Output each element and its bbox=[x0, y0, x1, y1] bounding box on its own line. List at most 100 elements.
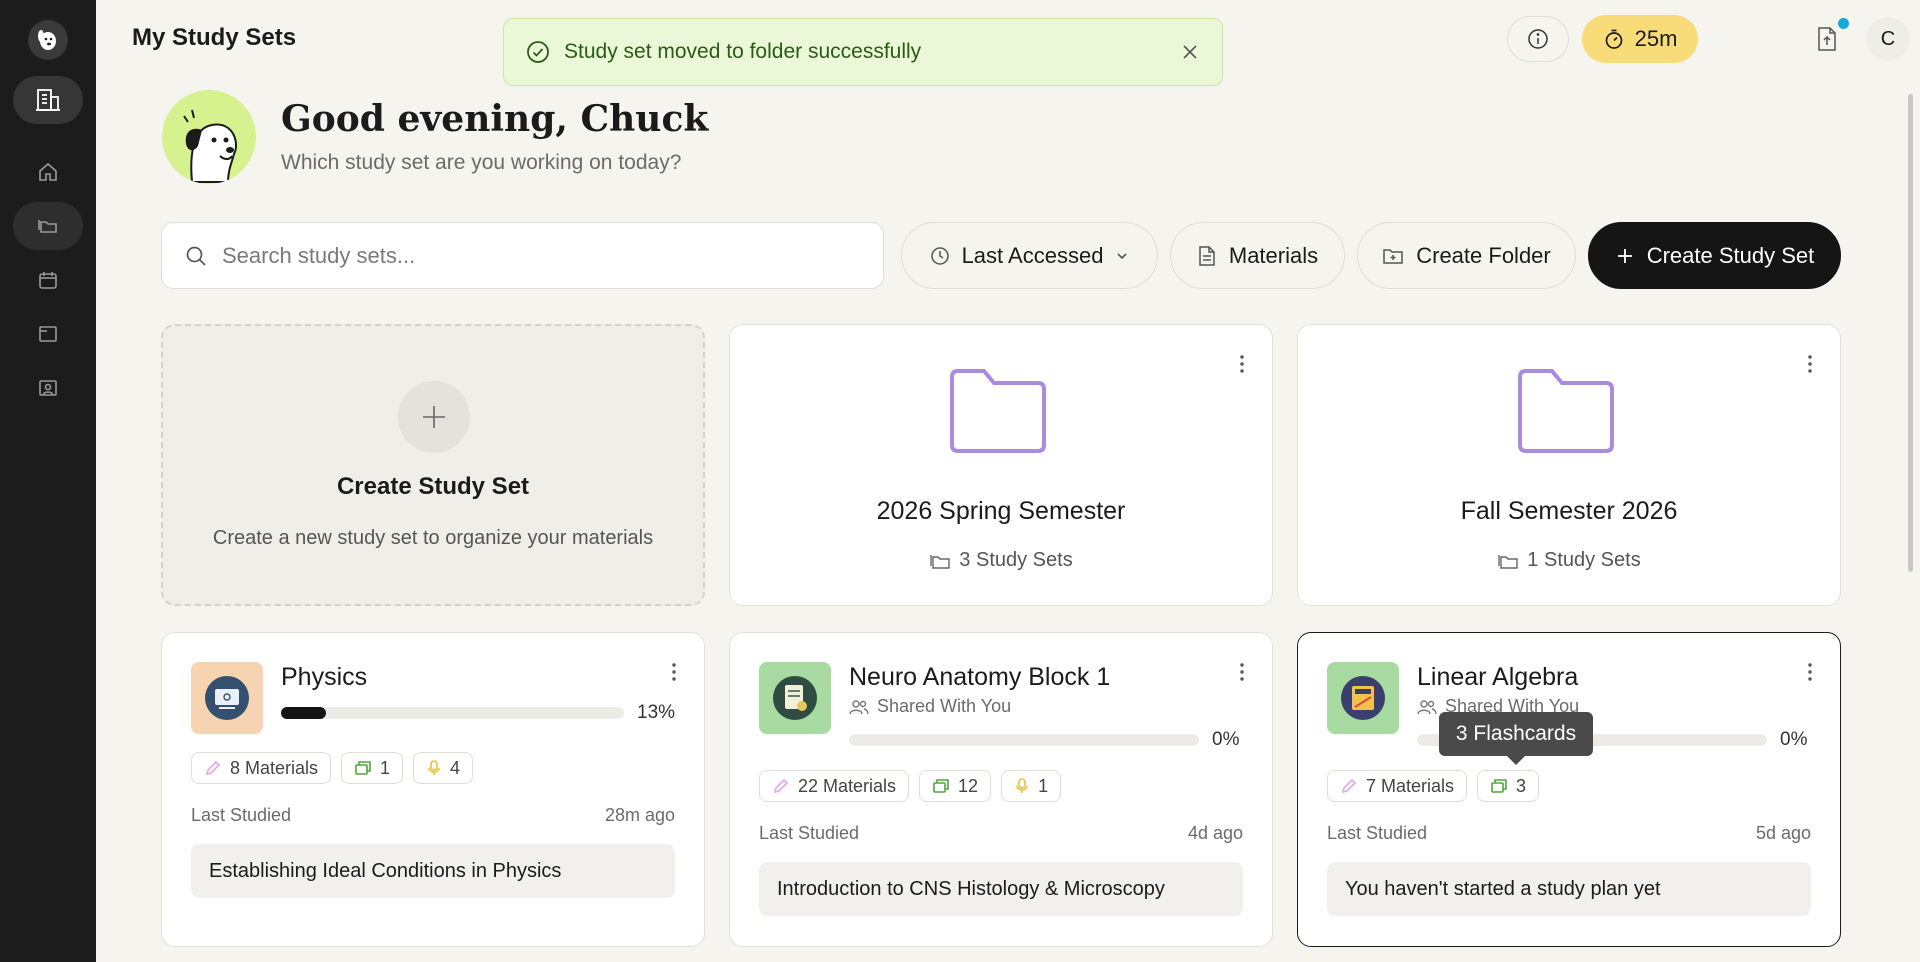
stats-chips: 22 Materials 12 1 bbox=[759, 770, 1062, 802]
stopwatch-icon bbox=[1605, 29, 1622, 49]
progress-bar bbox=[281, 707, 624, 719]
sidebar-item-study-sets[interactable] bbox=[13, 202, 83, 250]
greeting-title: Good evening, Chuck bbox=[281, 98, 709, 140]
shared-label: Shared With You bbox=[877, 696, 1012, 716]
create-card-title: Create Study Set bbox=[336, 473, 530, 500]
users-icon bbox=[849, 699, 869, 714]
stats-chips: 7 Materials 3 bbox=[1327, 770, 1540, 802]
last-studied-label: Last Studied bbox=[1327, 823, 1428, 843]
create-study-set-label: Create Study Set bbox=[1646, 242, 1815, 268]
info-icon bbox=[1528, 29, 1548, 49]
more-options-button[interactable] bbox=[1232, 658, 1252, 686]
folder-card[interactable]: Fall Semester 2026 1 Study Sets bbox=[1297, 324, 1841, 606]
more-options-button[interactable] bbox=[1800, 350, 1820, 378]
dog-logo-icon bbox=[38, 30, 56, 50]
progress-bar bbox=[849, 734, 1199, 746]
shared-indicator: Shared With You bbox=[849, 696, 1011, 717]
materials-button[interactable]: Materials bbox=[1170, 222, 1345, 289]
folder-count-label: 1 Study Sets bbox=[1527, 549, 1641, 571]
user-avatar[interactable]: C bbox=[1866, 17, 1910, 61]
kebab-menu-icon bbox=[1808, 663, 1812, 681]
sidebar-item-browser[interactable] bbox=[13, 310, 83, 358]
flashcards-chip[interactable]: 12 bbox=[919, 770, 992, 802]
study-plan-box[interactable]: You haven't started a study plan yet bbox=[1327, 862, 1811, 916]
more-options-button[interactable] bbox=[664, 658, 684, 686]
flashcards-count: 12 bbox=[958, 775, 979, 796]
building-icon bbox=[36, 89, 60, 111]
study-set-thumbnail bbox=[191, 662, 263, 734]
folder-count: 1 Study Sets bbox=[1298, 549, 1840, 572]
materials-count: 8 Materials bbox=[230, 757, 319, 778]
materials-label: Materials bbox=[1228, 242, 1319, 268]
stats-chips: 8 Materials 1 4 bbox=[191, 752, 474, 784]
flashcards-chip[interactable]: 1 bbox=[341, 752, 404, 784]
study-timer-button[interactable]: 25m bbox=[1582, 15, 1698, 63]
success-toast: Study set moved to folder successfully bbox=[503, 18, 1223, 86]
create-card-description: Create a new study set to organize your … bbox=[212, 527, 654, 549]
last-studied-value: 4d ago bbox=[1187, 823, 1243, 843]
folder-icon bbox=[950, 369, 1046, 453]
pencil-icon bbox=[205, 760, 221, 776]
create-study-set-button[interactable]: Create Study Set bbox=[1588, 222, 1841, 289]
microphone-icon bbox=[428, 760, 440, 775]
audio-count: 1 bbox=[1038, 775, 1049, 796]
progress-percent: 0% bbox=[1212, 729, 1240, 750]
pencil-icon bbox=[773, 778, 789, 794]
create-study-set-card[interactable]: Create Study Set Create a new study set … bbox=[161, 324, 705, 606]
add-button[interactable] bbox=[398, 381, 470, 453]
greeting-subtitle: Which study set are you working on today… bbox=[281, 151, 682, 174]
more-options-button[interactable] bbox=[1800, 658, 1820, 686]
sidebar bbox=[0, 0, 96, 962]
app-logo[interactable] bbox=[28, 20, 68, 60]
classroom-icon bbox=[39, 380, 57, 396]
create-folder-label: Create Folder bbox=[1416, 242, 1551, 268]
close-icon[interactable] bbox=[1180, 42, 1200, 62]
tooltip-arrow bbox=[1506, 755, 1526, 765]
study-set-card[interactable]: Linear Algebra Shared With You 0% 7 Mate… bbox=[1297, 632, 1841, 947]
mascot-avatar bbox=[162, 90, 256, 184]
study-plan-box[interactable]: Introduction to CNS Histology & Microsco… bbox=[759, 862, 1243, 916]
pencil-icon bbox=[1341, 778, 1357, 794]
plus-icon bbox=[423, 406, 445, 428]
search-box[interactable] bbox=[161, 222, 884, 289]
study-set-title: Neuro Anatomy Block 1 bbox=[849, 663, 1111, 691]
materials-count: 22 Materials bbox=[798, 775, 897, 796]
last-studied-value: 5d ago bbox=[1755, 823, 1811, 843]
sidebar-item-workspace[interactable] bbox=[13, 76, 83, 124]
flashcards-icon bbox=[355, 761, 371, 775]
progress-percent: 0% bbox=[1780, 729, 1808, 750]
dog-mascot-icon bbox=[183, 109, 237, 183]
last-studied-value: 28m ago bbox=[604, 805, 675, 825]
study-set-card[interactable]: Neuro Anatomy Block 1 Shared With You 0%… bbox=[729, 632, 1273, 947]
folders-icon bbox=[1498, 554, 1518, 569]
study-plan-box[interactable]: Establishing Ideal Conditions in Physics bbox=[191, 844, 675, 898]
home-icon bbox=[39, 162, 57, 181]
kebab-menu-icon bbox=[1240, 355, 1244, 373]
study-set-thumbnail bbox=[759, 662, 831, 734]
plus-icon bbox=[1617, 248, 1632, 263]
more-options-button[interactable] bbox=[1232, 350, 1252, 378]
flashcards-chip[interactable]: 3 bbox=[1477, 770, 1540, 802]
info-button[interactable] bbox=[1507, 16, 1569, 62]
microphone-icon bbox=[1016, 778, 1028, 793]
physics-icon bbox=[205, 676, 249, 720]
sidebar-item-calendar[interactable] bbox=[13, 256, 83, 304]
folder-count-label: 3 Study Sets bbox=[959, 549, 1073, 571]
flashcards-count: 1 bbox=[380, 757, 391, 778]
file-upload-button[interactable] bbox=[1812, 24, 1842, 54]
document-icon bbox=[1199, 245, 1215, 266]
page-title: My Study Sets bbox=[132, 24, 297, 51]
sort-dropdown[interactable]: Last Accessed bbox=[901, 222, 1158, 289]
file-upload-icon bbox=[1818, 27, 1836, 51]
folder-card[interactable]: 2026 Spring Semester 3 Study Sets bbox=[729, 324, 1273, 606]
create-folder-button[interactable]: Create Folder bbox=[1357, 222, 1576, 289]
search-input[interactable] bbox=[222, 242, 822, 269]
page-scrollbar[interactable] bbox=[1906, 80, 1914, 956]
study-set-card[interactable]: Physics 13% 8 Materials 1 4 Last Studied… bbox=[161, 632, 705, 947]
users-icon bbox=[1417, 699, 1437, 714]
sidebar-item-classroom[interactable] bbox=[13, 364, 83, 412]
sidebar-item-home[interactable] bbox=[13, 148, 83, 196]
progress-fill bbox=[281, 707, 326, 719]
scrollbar-thumb[interactable] bbox=[1908, 94, 1913, 572]
anatomy-icon bbox=[773, 676, 817, 720]
